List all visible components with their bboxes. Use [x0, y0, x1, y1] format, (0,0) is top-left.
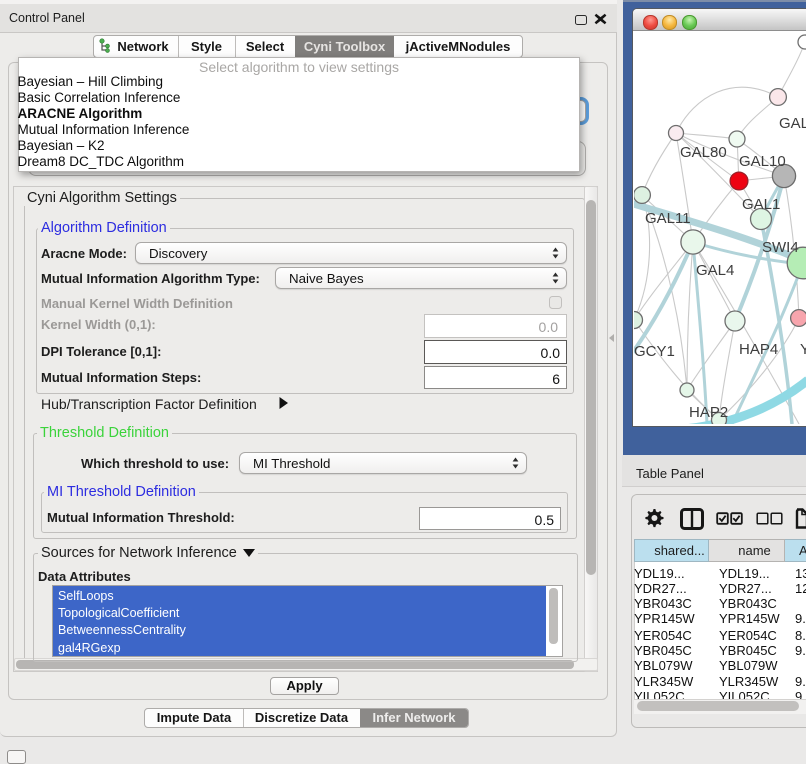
svg-text:GAL10: GAL10 — [739, 153, 786, 170]
svg-text:HAP2: HAP2 — [689, 404, 728, 421]
svg-text:SWI4: SWI4 — [762, 239, 799, 256]
svg-text:GAL80: GAL80 — [779, 115, 806, 132]
svg-text:GAL4: GAL4 — [696, 262, 734, 279]
svg-text:GAL1: GAL1 — [742, 196, 780, 213]
svg-text:GAL80: GAL80 — [680, 144, 727, 161]
svg-text:GCY1: GCY1 — [634, 343, 675, 360]
svg-text:GAL11: GAL11 — [645, 210, 691, 227]
svg-text:HAP4: HAP4 — [739, 341, 778, 358]
svg-text:Y: Y — [800, 341, 806, 358]
